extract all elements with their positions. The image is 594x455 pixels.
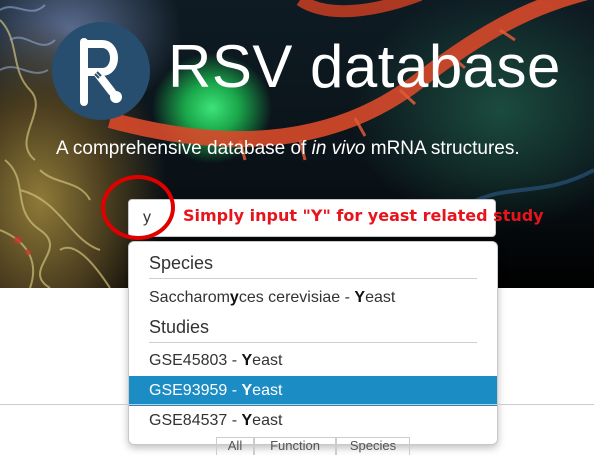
- suggestion-text: GSE84537: [149, 412, 228, 429]
- tab-function[interactable]: Function: [254, 437, 336, 455]
- suggestion-match: y: [229, 289, 239, 306]
- suggestion-sep: -: [227, 412, 242, 429]
- group-divider: [149, 278, 477, 279]
- suggestion-text: east: [252, 382, 283, 399]
- suggestion-sep: -: [340, 289, 355, 306]
- annotation-text: Simply input "Y" for yeast related study: [183, 206, 544, 225]
- suggestion-match: Y: [354, 289, 366, 306]
- group-header-species: Species: [149, 253, 214, 273]
- suggestion-study-gse45803[interactable]: GSE45803 - Yeast: [129, 346, 497, 376]
- suggestion-text: east: [252, 352, 283, 369]
- suggestion-text: east: [365, 289, 396, 306]
- suggestion-sep: -: [227, 382, 242, 399]
- suggestion-match: Y: [241, 352, 253, 369]
- group-divider: [149, 342, 477, 343]
- suggestion-species-saccharomyces[interactable]: Saccharomyces cerevisiae - Yeast: [129, 283, 497, 313]
- site-subtitle: A comprehensive database of in vivo mRNA…: [56, 138, 520, 160]
- site-title: RSV database: [168, 33, 561, 100]
- suggestion-match: Y: [241, 412, 253, 429]
- autocomplete-dropdown: Species Saccharomyces cerevisiae - Yeast…: [128, 241, 498, 445]
- suggestion-text: GSE45803: [149, 352, 228, 369]
- section-divider: [0, 404, 594, 405]
- suggestion-text: east: [252, 412, 283, 429]
- rsv-logo-icon: [52, 22, 150, 120]
- subtitle-text: A comprehensive database of: [56, 138, 312, 159]
- suggestion-text: Saccharom: [149, 289, 230, 306]
- group-header-studies: Studies: [149, 317, 210, 337]
- annotation-circle: [101, 175, 175, 240]
- subtitle-text-end: mRNA structures.: [365, 138, 520, 159]
- suggestion-study-gse84537[interactable]: GSE84537 - Yeast: [129, 406, 497, 436]
- subtitle-italic: in vivo: [311, 138, 366, 159]
- suggestion-study-gse93959[interactable]: GSE93959 - Yeast: [129, 376, 497, 406]
- suggestion-text: GSE93959: [149, 382, 228, 399]
- suggestion-match: Y: [241, 382, 253, 399]
- tab-species[interactable]: Species: [336, 437, 410, 455]
- suggestion-text: ces cerevisiae: [238, 289, 341, 306]
- suggestion-sep: -: [227, 352, 242, 369]
- tab-all[interactable]: All: [216, 437, 254, 455]
